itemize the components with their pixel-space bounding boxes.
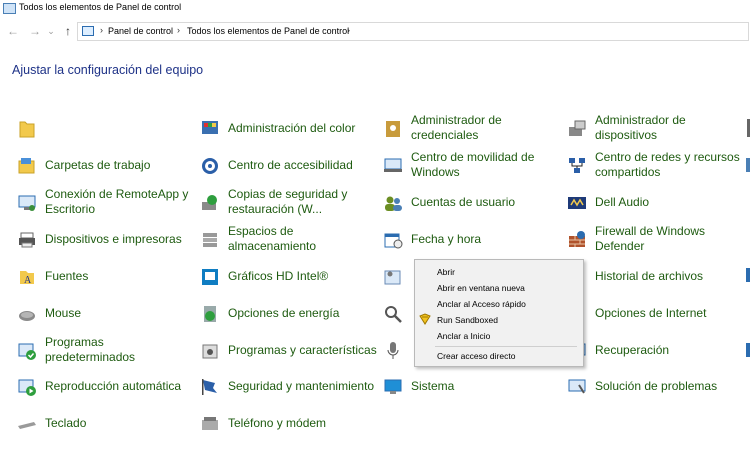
up-arrow-icon[interactable]: ↑ [61,24,75,38]
cp-item-label: Mouse [45,305,82,320]
cp-item-label: Solución de problemas [595,378,718,393]
user-accounts-icon [385,196,402,211]
accessibility-icon [202,158,218,174]
cp-item-label: Recuperación [595,342,670,357]
address-bar[interactable]: › Panel de control › Todos los elementos… [77,22,749,41]
cp-item-label: Cuentas de usuario [411,194,516,209]
partial-item-icon[interactable] [746,158,750,172]
control-panel-icon [82,26,94,36]
storage-spaces-icon [203,233,217,247]
cp-item-label: Fuentes [45,268,89,283]
cp-item-label [45,111,195,145]
work-folders-icon [18,158,35,174]
network-icon [569,158,585,173]
intel-graphics-icon [202,269,218,285]
dell-audio-icon [568,197,586,209]
keyboard-icon [18,422,36,429]
programs-features-icon [202,344,218,359]
back-arrow-icon[interactable]: ← [6,24,20,38]
device-manager-icon [569,120,586,136]
control-panel-icon [3,3,16,14]
context-menu: Abrir Abrir en ventana nueva Anclar al A… [414,259,584,367]
forward-arrow-icon[interactable]: → [28,24,42,38]
security-flag-icon [202,379,217,395]
cp-item-label: Espacios de almacenamiento [228,224,317,253]
page-heading: Ajustar la configuración del equipo [12,63,204,77]
breadcrumb-control-panel[interactable]: Panel de control [108,26,173,36]
sandboxie-icon [419,313,431,325]
cp-item-label: Seguridad y mantenimiento [228,378,375,393]
cp-item-label: Dell Audio [595,194,650,209]
cp-item-label: Centro de movilidad de Windows [411,150,535,179]
cp-item-label: Historial de archivos [595,268,704,283]
cp-item-label: Reproducción automática [45,378,182,393]
cp-item-label: Sistema [411,378,455,393]
cp-item-label: Opciones de Internet [595,305,707,320]
cp-item-label: Teléfono y módem [228,415,327,430]
partial-item-icon[interactable] [746,268,750,282]
cp-item-label: Copias de seguridad y restauración (W... [228,187,348,216]
cp-item-label: Programas y características [228,342,377,357]
window-title: Todos los elementos de Panel de control [19,2,182,12]
system-icon [384,379,402,394]
cp-item-label: Firewall de Windows Defender [595,224,706,253]
address-row: ← → ⌄ ↑ › Panel de control › Todos los e… [0,20,750,44]
breadcrumb-separator-icon[interactable]: › [177,25,180,35]
menu-item-run-sandboxed[interactable]: Run Sandboxed [437,315,498,325]
menu-item-crear-acceso-directo[interactable]: Crear acceso directo [437,351,515,361]
cp-item-label: Conexión de RemoteApp y Escritorio [45,187,189,216]
breadcrumb-all-items[interactable]: Todos los elementos de Panel de control [187,26,349,36]
svg-text:A: A [24,275,32,286]
credentials-icon [386,121,400,137]
cp-item-label: Dispositivos e impresoras [45,231,182,246]
autoplay-icon [18,379,36,396]
folder-icon [19,121,35,138]
cp-item-label: Centro de redes y recursos compartidos [595,150,740,179]
default-programs-icon [18,343,36,360]
date-time-icon [384,233,403,249]
microphone-icon [387,342,399,359]
menu-item-abrir-ventana-nueva[interactable]: Abrir en ventana nueva [437,283,525,293]
cp-item-label: Administrador de credenciales [411,113,502,142]
mouse-icon [19,311,35,321]
recent-locations-chevron-icon[interactable]: ⌄ [46,24,56,38]
mobility-icon [384,158,402,172]
color-management-icon [202,121,218,134]
search-icon [385,306,402,323]
power-options-icon [204,306,216,322]
admin-tools-icon [384,270,401,285]
fonts-icon: A [20,271,34,286]
cp-item-label: Fecha y hora [411,231,482,246]
cp-item-label: Carpetas de trabajo [45,157,151,172]
cp-item-label: Administración del color [228,120,356,135]
cp-item-label: Programas predeterminados [45,335,136,364]
menu-item-anclar-acceso-rapido[interactable]: Anclar al Acceso rápido [437,299,526,309]
cp-item-label: Gráficos HD Intel® [228,268,329,283]
remoteapp-icon [18,195,36,211]
cp-item-label: Administrador de dispositivos [595,113,686,142]
phone-modem-icon [202,417,218,430]
partial-item-icon[interactable] [746,343,750,357]
firewall-icon [569,231,585,247]
breadcrumb-separator-icon[interactable]: › [100,25,103,35]
menu-item-abrir[interactable]: Abrir [437,267,455,277]
printer-icon [19,232,35,248]
cp-item-label: Teclado [45,415,87,430]
cp-item-label: Opciones de energía [228,305,340,320]
backup-icon [202,195,217,210]
title-bar: Todos los elementos de Panel de control [0,0,750,17]
menu-item-anclar-inicio[interactable]: Anclar a Inicio [437,331,490,341]
troubleshoot-icon [568,379,586,394]
menu-separator [435,346,577,347]
breadcrumb-separator-icon[interactable]: › [347,25,350,35]
cp-item-label: Centro de accesibilidad [228,157,353,172]
